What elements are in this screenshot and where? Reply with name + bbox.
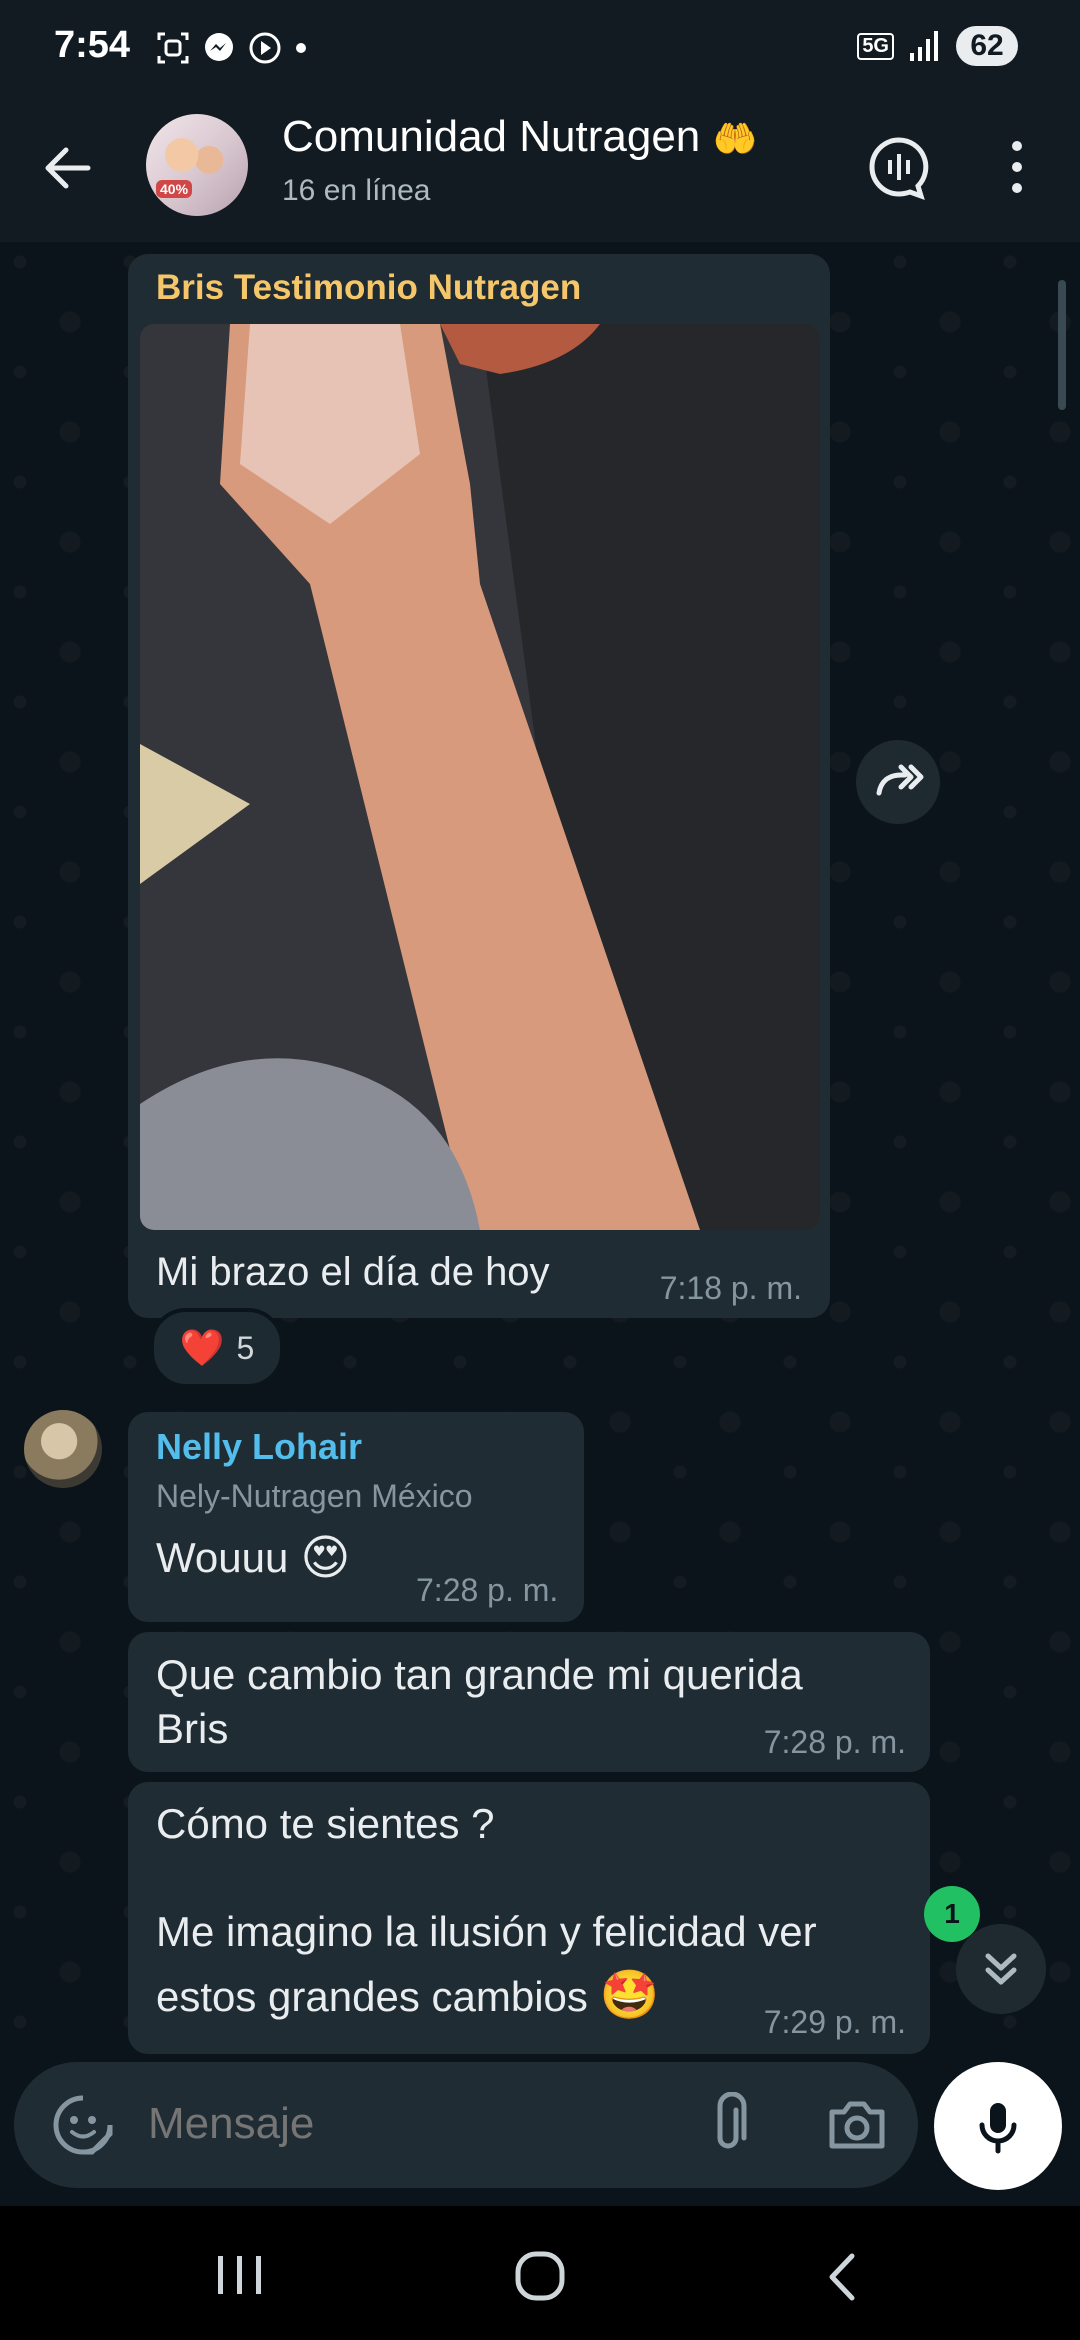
microphone-icon <box>979 2103 1017 2154</box>
message-text: Mi brazo el día de hoy <box>156 1250 550 1294</box>
message-text-line1: Cómo te sientes ? <box>156 1800 495 1847</box>
photo-image <box>140 324 820 1230</box>
message-composer <box>14 2062 918 2188</box>
more-options-icon[interactable] <box>982 132 1052 202</box>
hands-emoji: 🤲 <box>712 118 758 159</box>
status-notification-icons <box>155 30 309 66</box>
forward-button[interactable] <box>856 740 940 824</box>
forward-icon <box>876 764 924 796</box>
message-time: 7:28 p. m. <box>763 1724 906 1760</box>
scroll-to-bottom-button[interactable] <box>956 1924 1046 2014</box>
message-text: Me imagino la ilusión y felicidad ver es… <box>156 1908 817 2020</box>
avatar[interactable] <box>24 1410 102 1488</box>
message-input[interactable] <box>146 2098 570 2150</box>
avatar-badge: 40% <box>156 180 193 198</box>
camera-icon[interactable] <box>824 2092 890 2158</box>
scrollbar[interactable] <box>1058 280 1066 410</box>
text-message[interactable]: Cómo te sientes ? Me imagino la ilusión … <box>128 1782 930 2054</box>
reaction-pill[interactable]: ❤️ 5 <box>150 1308 284 1388</box>
heart-emoji: ❤️ <box>179 1327 225 1368</box>
message-text: Wouuu <box>156 1534 289 1581</box>
attach-icon[interactable] <box>696 2092 762 2158</box>
voice-chat-icon[interactable] <box>864 132 934 202</box>
group-avatar[interactable]: 40% <box>146 114 248 216</box>
sticker-icon[interactable] <box>50 2092 116 2158</box>
app-notification-icon <box>249 32 281 64</box>
text-message[interactable]: Nelly Lohair Nely-Nutragen México Wouuu … <box>128 1412 584 1622</box>
signal-icon <box>910 31 938 61</box>
message-content: Wouuu 😍 <box>156 1530 350 1586</box>
text-message[interactable]: Que cambio tan grande mi querida Bris 7:… <box>128 1632 930 1772</box>
sender-role: Nely-Nutragen México <box>156 1478 473 1514</box>
message-photo[interactable] <box>140 324 820 1230</box>
online-count: 16 en línea <box>282 174 431 207</box>
battery-indicator: 62 <box>956 26 1018 66</box>
sender-name[interactable]: Bris Testimonio Nutragen <box>156 268 581 308</box>
status-system-icons: 5G 62 <box>857 26 1018 66</box>
status-time: 7:54 <box>54 24 131 66</box>
chat-header: 40% Comunidad Nutragen 🤲 16 en línea <box>0 100 1080 244</box>
back-arrow-icon[interactable] <box>38 138 98 198</box>
dot-icon <box>296 43 306 53</box>
heart-eyes-emoji: 😍 <box>300 1532 351 1585</box>
recent-apps-icon[interactable] <box>210 2250 270 2300</box>
message-time: 7:28 p. m. <box>416 1572 559 1608</box>
group-title-text: Comunidad Nutragen <box>282 112 701 161</box>
star-struck-emoji: 🤩 <box>599 1969 660 2022</box>
mic-button[interactable] <box>934 2062 1062 2190</box>
sender-name[interactable]: Nelly Lohair <box>156 1426 362 1468</box>
home-icon[interactable] <box>510 2246 570 2306</box>
screenshot-icon <box>157 32 189 64</box>
group-title[interactable]: Comunidad Nutragen 🤲 <box>282 112 757 162</box>
photo-message[interactable]: Bris Testimonio Nutragen Mi brazo el día… <box>128 254 830 1318</box>
nav-back-icon[interactable] <box>818 2250 868 2304</box>
reaction-count: 5 <box>236 1329 255 1366</box>
messenger-icon <box>205 33 233 61</box>
message-time: 7:29 p. m. <box>763 2004 906 2040</box>
message-time: 7:18 p. m. <box>659 1270 802 1306</box>
system-navigation-bar <box>0 2206 1080 2340</box>
double-chevron-down-icon <box>985 1953 1017 1985</box>
network-5g-icon: 5G <box>857 32 894 60</box>
status-bar: 7:54 5G 62 <box>0 0 1080 100</box>
message-text: Que cambio tan grande mi querida Bris <box>156 1651 803 1752</box>
